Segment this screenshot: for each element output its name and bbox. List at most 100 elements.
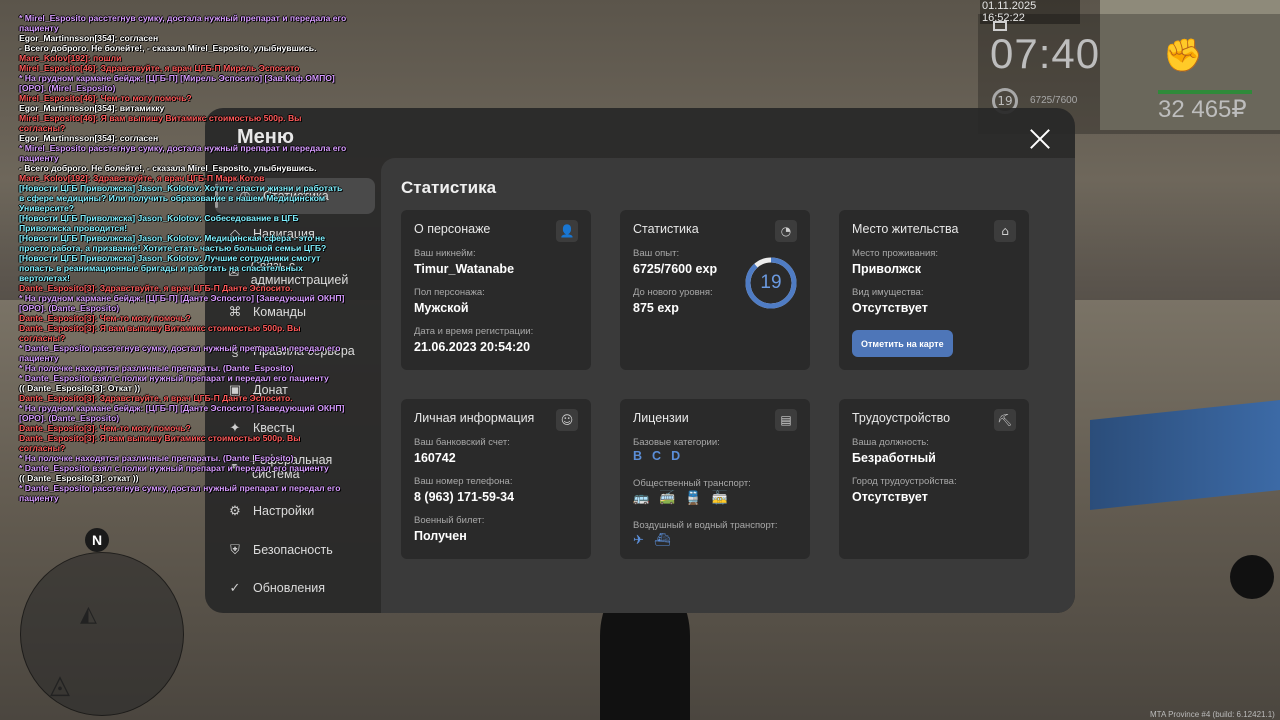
hud-money: 32 465₽ [1158,96,1247,123]
player-arrow-icon: ◭ [80,602,97,627]
position-value: Безработный [852,451,936,465]
mark-on-map-button[interactable]: Отметить на карте [852,330,953,357]
train-icon: 🚆 [685,491,702,506]
nav-item-8[interactable]: ⚭ Реферальная система [227,449,375,485]
nav-label: Донат [253,383,288,397]
card-title: Лицензии [633,411,689,425]
pie-chart-icon: ◔ [775,220,797,242]
minimap [20,552,184,716]
trolleybus-icon: 🚎 [659,491,676,506]
tram-icon: 🚋 [711,491,728,506]
house-icon: ⌂ [994,220,1016,242]
minimap-north-indicator: N [85,528,109,552]
base-categories-label: Базовые категории: [633,437,720,448]
close-icon[interactable] [1027,126,1053,152]
card-statistics: Статистика ◔ Ваш опыт: 6725/7600 exp До … [620,210,810,370]
nav-item-7[interactable]: ✦ Квесты [227,410,375,446]
hud-time: 07:40 [990,30,1101,77]
boat-icon: ⛴ [653,533,671,548]
nav-item-5[interactable]: § Правила сервера [227,333,375,369]
license-category: C [652,449,662,463]
nav-icon: ✦ [229,420,241,435]
nav-label: Квесты [253,421,295,435]
residence-label: Место проживания: [852,248,939,259]
nav-icon: ⚙ [229,503,241,518]
card-licenses: Лицензии ▤ Базовые категории: B C D Обще… [620,399,810,559]
air-water-label: Воздушный и водный транспорт: [633,520,778,531]
nav-item-9[interactable]: ⚙ Настройки [227,493,375,529]
registration-value: 21.06.2023 20:54:20 [414,340,531,354]
menu-window: Меню ◷ Статистика ◇ Навигация ✉ Связь с админ… [205,108,1075,613]
nav-label: Правила сервера [253,344,355,358]
user-icon: 👤 [556,220,578,242]
nav-item-1[interactable]: ◷ Статистика [215,178,375,214]
air-water-icons: ✈ ⛴ [633,533,670,548]
panel-title: Статистика [401,178,497,197]
residence-value: Приволжск [852,262,921,276]
nav-icon: ⛨ [230,542,240,557]
nickname-value: Timur_Watanabe [414,262,515,276]
public-transport-label: Общественный транспорт: [633,478,751,489]
card-title: О персонаже [414,222,491,236]
gender-label: Пол персонажа: [414,287,485,298]
exp-value: 6725/7600 exp [633,262,718,276]
license-category: D [671,449,681,463]
card-title: Личная информация [414,411,535,425]
position-label: Ваша должность: [852,437,929,448]
nav-label: Статистика [263,189,329,203]
card-personal-info: Личная информация ☺ Ваш банковский счет:… [401,399,591,559]
nav-label: Связь с администрацией [250,259,349,287]
card-title: Место жительства [852,222,959,236]
map-marker-icon: ◬ [50,670,70,700]
card-title: Статистика [633,222,699,236]
gender-value: Мужской [414,301,469,315]
hud-exp: 6725/7600 [1030,95,1078,106]
statistics-panel: Статистика О персонаже 👤 Ваш никнейм: Ti… [381,158,1075,613]
nav-label: Безопасность [253,543,333,557]
nav-label: Команды [253,305,306,319]
registration-label: Дата и время регистрации: [414,326,534,337]
nav-icon: ◷ [239,188,251,203]
phone-label: Ваш номер телефона: [414,476,513,487]
next-level-label: До нового уровня: [633,287,713,298]
license-icon: ▤ [775,409,797,431]
build-watermark: MTA Province #4 (build: 6.12421.1) [1150,710,1275,719]
bank-label: Ваш банковский счет: [414,437,510,448]
job-city-value: Отсутствует [852,490,928,504]
nav-icon: ⌘ [228,304,242,319]
nav-item-2[interactable]: ◇ Навигация [227,216,375,252]
nav-icon: ✓ [229,580,241,595]
nav-item-4[interactable]: ⌘ Команды [227,294,375,330]
nav-item-11[interactable]: ✓ Обновления [227,570,375,606]
nav-icon: ⚭ [229,459,240,474]
card-character: О персонаже 👤 Ваш никнейм: Timur_Watanab… [401,210,591,370]
property-label: Вид имущества: [852,287,924,298]
bus-icon: 🚌 [633,491,650,506]
license-category: B [633,449,643,463]
health-bar [1158,90,1252,94]
card-title: Трудоустройство [852,411,951,425]
exp-label: Ваш опыт: [633,248,680,259]
nav-label: Обновления [253,581,325,595]
nav-item-6[interactable]: ▣ Донат [227,372,375,408]
face-icon: ☺ [556,409,578,431]
plane-icon: ✈ [633,533,644,548]
public-transport-icons: 🚌 🚎 🚆 🚋 [633,491,728,506]
nav-icon: § [231,343,239,359]
menu-title: Меню [237,126,294,148]
nickname-label: Ваш никнейм: [414,248,476,259]
nav-label: Настройки [253,504,315,518]
level-value: 19 [760,272,782,293]
nav-icon: ◇ [230,226,240,241]
military-value: Получен [414,529,467,543]
nav-item-3[interactable]: ✉ Связь с администрацией [227,255,375,291]
nav-label: Навигация [253,227,315,241]
nav-icon: ▣ [228,382,242,397]
phone-value: 8 (963) 171-59-34 [414,490,515,504]
nav-label: Реферальная система [251,453,333,481]
bed-wheel [1230,555,1274,599]
card-residence: Место жительства ⌂ Место проживания: При… [839,210,1029,370]
license-categories: B C D [633,449,680,463]
bank-value: 160742 [414,451,456,465]
nav-item-10[interactable]: ⛨ Безопасность [227,532,375,568]
